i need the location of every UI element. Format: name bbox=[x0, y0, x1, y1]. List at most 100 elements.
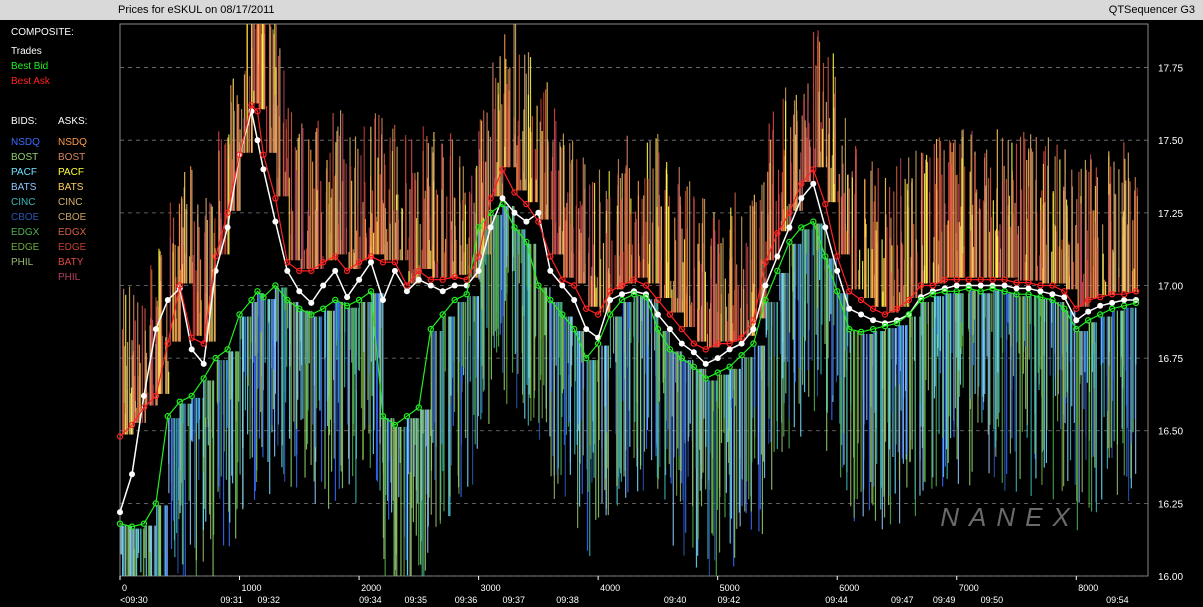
x-tick-label: 1000 bbox=[242, 583, 262, 593]
data-point-trades bbox=[129, 471, 135, 478]
data-point-trades bbox=[1121, 297, 1128, 303]
title-bar: Prices for eSKUL on 08/17/2011 QTSequenc… bbox=[0, 0, 1203, 20]
price-chart: 16.00 16.25 16.50 16.75 17.00 17.25 17.50 17.75… bbox=[116, 23, 1183, 605]
data-point-trades bbox=[152, 326, 159, 333]
data-point-trades bbox=[559, 282, 566, 289]
data-point-trades bbox=[117, 509, 123, 516]
data-point-trades bbox=[487, 224, 494, 231]
x-tick-label: 0 bbox=[122, 583, 127, 593]
data-point-trades bbox=[1085, 308, 1092, 315]
data-point-trades bbox=[1097, 302, 1104, 309]
data-point-trades bbox=[415, 276, 422, 283]
data-point-trades bbox=[188, 346, 195, 353]
data-point-trades bbox=[272, 218, 279, 225]
data-point-trades bbox=[164, 297, 171, 303]
y-tick-label: 16.75 bbox=[1158, 354, 1183, 365]
window-name: QTSequencer G3 bbox=[1108, 4, 1195, 16]
data-point-trades bbox=[1049, 291, 1056, 298]
y-tick-label: 16.25 bbox=[1158, 499, 1183, 510]
y-tick-label: 17.75 bbox=[1158, 64, 1183, 75]
data-point-trades bbox=[391, 267, 398, 274]
data-point-trades bbox=[690, 349, 697, 356]
time-tick-label: 09:49 bbox=[933, 595, 956, 605]
time-tick-label: 09:38 bbox=[556, 595, 579, 605]
y-tick-label: 17.25 bbox=[1158, 209, 1183, 220]
data-point-trades bbox=[583, 326, 590, 333]
data-point-trades bbox=[834, 267, 841, 274]
x-tick-label: 2000 bbox=[361, 583, 381, 593]
data-point-trades bbox=[296, 288, 303, 295]
data-point-trades bbox=[499, 195, 506, 202]
data-point-trades bbox=[547, 267, 554, 274]
time-tick-label: 09:42 bbox=[718, 595, 741, 605]
data-point-trades bbox=[619, 291, 625, 298]
data-point-trades bbox=[678, 340, 685, 347]
data-point-trades bbox=[870, 317, 877, 324]
data-point-trades bbox=[439, 288, 446, 295]
chart-title: Prices for eSKUL on 08/17/2011 bbox=[118, 4, 275, 16]
time-tick-label: 09:47 bbox=[891, 595, 914, 605]
time-tick-label: 09:34 bbox=[359, 595, 382, 605]
x-tick-label: 4000 bbox=[600, 583, 620, 593]
data-point-trades bbox=[140, 392, 147, 399]
data-point-trades bbox=[332, 267, 339, 274]
data-point-trades bbox=[1037, 288, 1044, 295]
time-tick-label: 09:31 bbox=[220, 595, 243, 605]
data-point-trades bbox=[356, 276, 363, 283]
y-tick-label: 16.00 bbox=[1158, 572, 1183, 583]
data-point-trades bbox=[714, 355, 721, 362]
data-point-trades bbox=[1073, 317, 1080, 324]
data-point-trades bbox=[858, 311, 865, 318]
data-point-trades bbox=[523, 218, 530, 225]
data-point-trades bbox=[254, 137, 261, 144]
y-tick-label: 17.00 bbox=[1158, 281, 1183, 292]
x-tick-label: 6000 bbox=[839, 583, 859, 593]
data-point-trades bbox=[953, 282, 960, 289]
data-point-trades bbox=[403, 288, 410, 295]
data-point-trades bbox=[451, 282, 458, 289]
time-tick-label: <09:30 bbox=[120, 595, 148, 605]
time-tick-label: 09:54 bbox=[1106, 595, 1129, 605]
time-tick-label: 09:36 bbox=[455, 595, 478, 605]
time-tick-label: 09:32 bbox=[257, 595, 280, 605]
data-point-trades bbox=[726, 346, 733, 353]
data-point-trades bbox=[284, 267, 291, 274]
time-tick-label: 09:37 bbox=[503, 595, 526, 605]
x-tick-label: 7000 bbox=[959, 583, 979, 593]
data-point-trades bbox=[368, 259, 374, 266]
data-point-trades bbox=[200, 360, 207, 367]
data-point-trades bbox=[822, 224, 829, 231]
data-point-trades bbox=[607, 297, 614, 303]
y-tick-label: 17.50 bbox=[1158, 136, 1183, 147]
data-point-trades bbox=[1109, 299, 1116, 306]
data-point-trades bbox=[774, 253, 781, 260]
data-point-trades bbox=[511, 209, 518, 216]
x-tick-label: 8000 bbox=[1078, 583, 1098, 593]
data-point-trades bbox=[666, 326, 673, 333]
x-tick-label: 5000 bbox=[720, 583, 740, 593]
data-point-trades bbox=[654, 311, 661, 318]
data-point-trades bbox=[344, 294, 351, 301]
data-point-trades bbox=[750, 326, 757, 333]
data-point-trades bbox=[798, 195, 805, 202]
x-axis: 0 1000 2000 3000 4000 5000 6000 7000 8000 <09:30 0… bbox=[119, 576, 1129, 605]
data-point-trades bbox=[810, 180, 817, 187]
time-tick-label: 09:40 bbox=[664, 595, 687, 605]
y-axis: 16.00 16.25 16.50 16.75 17.00 17.25 17.50 17.75 bbox=[1158, 64, 1183, 583]
data-point-trades bbox=[224, 224, 231, 231]
data-point-trades bbox=[786, 224, 793, 231]
data-point-trades bbox=[260, 166, 267, 173]
data-point-trades bbox=[1013, 285, 1020, 292]
data-point-trades bbox=[320, 282, 327, 289]
data-point-trades bbox=[427, 282, 434, 289]
time-tick-label: 09:35 bbox=[404, 595, 427, 605]
data-point-trades bbox=[846, 305, 853, 312]
time-tick-label: 09:44 bbox=[825, 595, 848, 605]
data-point-trades bbox=[1025, 285, 1032, 292]
data-point-trades bbox=[380, 297, 386, 303]
data-point-trades bbox=[977, 282, 984, 289]
data-point-trades bbox=[1001, 282, 1008, 289]
data-point-trades bbox=[475, 267, 482, 274]
x-tick-label: 3000 bbox=[481, 583, 501, 593]
data-point-trades bbox=[308, 299, 315, 306]
